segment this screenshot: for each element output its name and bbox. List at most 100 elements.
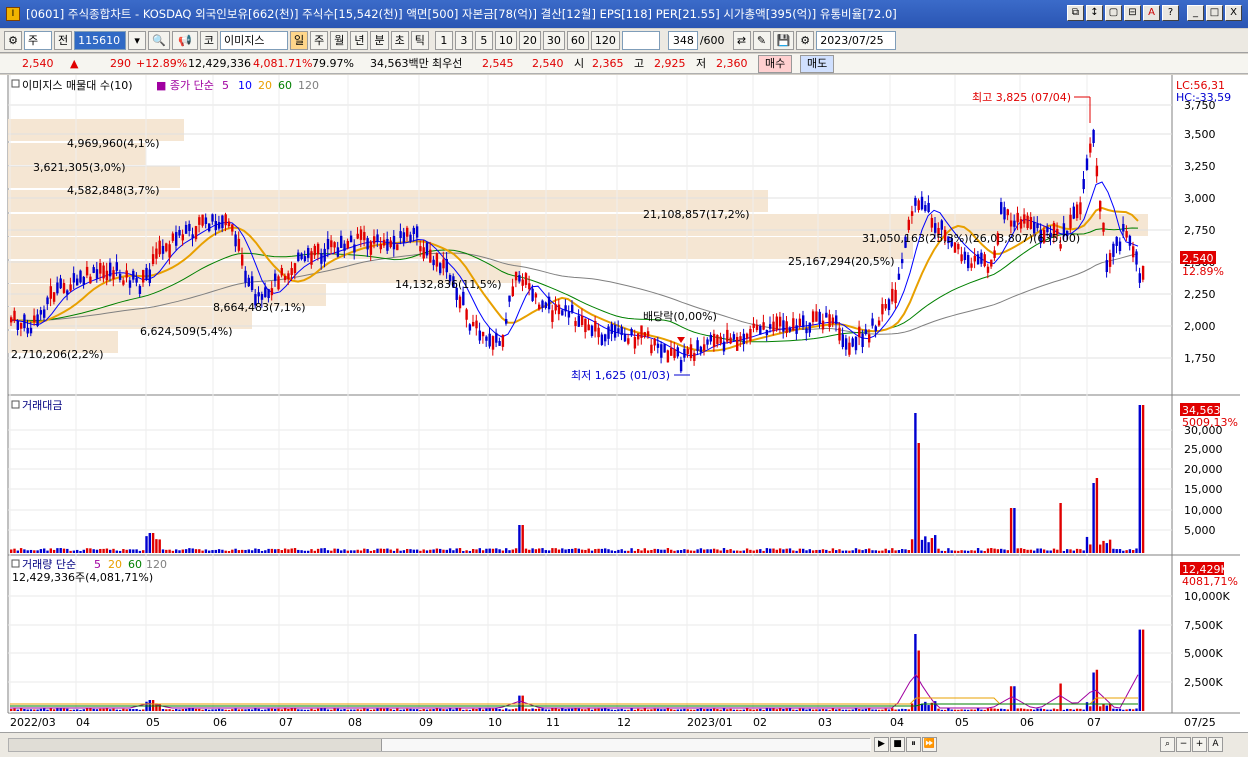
volume-info: 12,429,336주(4,081,71%)	[12, 571, 153, 584]
open-label: 시	[574, 57, 585, 70]
period-week[interactable]: 주	[310, 31, 329, 50]
dropdown-icon[interactable]: ▾	[128, 31, 147, 50]
x-tick: 11	[546, 716, 560, 729]
ratio: 79.97%	[312, 57, 354, 70]
fast-forward-icon[interactable]: ⏩	[922, 737, 937, 752]
tools-icon[interactable]: ✎	[752, 31, 771, 50]
zoom-out-icon[interactable]: −	[1176, 737, 1191, 752]
period-day[interactable]: 일	[289, 31, 309, 50]
x-tick: 06	[213, 716, 227, 729]
x-tick: 08	[348, 716, 362, 729]
volume: 12,429,336	[188, 57, 251, 70]
price-tick: 3,500	[1184, 128, 1216, 141]
price-tick: 2,250	[1184, 288, 1216, 301]
save-icon[interactable]: 💾	[772, 31, 795, 50]
low-label: 저	[696, 57, 707, 70]
price-tick: 3,000	[1184, 192, 1216, 205]
profile-label-4: 21,108,857(17,2%)	[643, 208, 750, 221]
x-axis: 2022/03 04 05 06 07 08 09 10 11 12 2023/01 02 03 04 05…	[10, 716, 1101, 729]
interval-1[interactable]: 1	[434, 31, 453, 50]
x-tick: 03	[818, 716, 832, 729]
interval-120[interactable]: 120	[590, 31, 620, 50]
scroll-thumb[interactable]	[381, 739, 871, 751]
play-icon[interactable]: ▶	[874, 737, 889, 752]
help-icon[interactable]: ?	[1162, 5, 1179, 21]
chart-svg[interactable]: 이미지스 매물대 수(10) ■ 종가 단순 5 10 20 60 120 4,…	[0, 75, 1248, 732]
font-size-icon[interactable]: A	[1208, 737, 1223, 752]
date-input[interactable]: 2023/07/25	[816, 31, 897, 50]
profile-label-6: 25,167,294(20,5%)	[788, 255, 895, 268]
interval-custom[interactable]	[621, 31, 660, 50]
ma10-legend: 10	[238, 79, 252, 92]
gear-icon[interactable]: ⚙	[796, 31, 815, 50]
current-price-label: 2,540	[1182, 252, 1214, 265]
buy-button[interactable]: 매수	[758, 55, 793, 73]
x-tick: 04	[76, 716, 90, 729]
bottom-bar: ▶ ■ ⏸ ⏩ ⌕ − + A	[0, 732, 1248, 757]
count-input[interactable]: 348	[667, 31, 698, 50]
amount-menu-icon[interactable]	[11, 400, 20, 409]
prev-button[interactable]: 전	[54, 31, 73, 50]
period-tick[interactable]: 틱	[410, 31, 429, 50]
open-price: 2,365	[592, 57, 624, 70]
zoom-in-icon[interactable]: +	[1192, 737, 1207, 752]
volume-ma5-line	[10, 673, 1139, 709]
current-pct-label: 12.89%	[1182, 265, 1224, 278]
compare-icon[interactable]: ⇄	[732, 31, 751, 50]
ma-legend-label: ■ 종가 단순	[156, 79, 214, 92]
x-tick: 2022/03	[10, 716, 56, 729]
amount-axis: 30,00025,00020,00015,00010,0005,000	[1184, 424, 1223, 537]
minimize-button[interactable]: _	[1187, 5, 1204, 21]
high-annotation: 최고 3,825 (07/04)	[972, 91, 1071, 104]
up-arrow-icon: ▲	[70, 57, 79, 70]
price-tick: 3,750	[1184, 99, 1216, 112]
maximize-button[interactable]: □	[1206, 5, 1223, 21]
layout-icon[interactable]: ⊟	[1124, 5, 1141, 21]
priority-label: 최우선	[432, 57, 463, 70]
type-select[interactable]: 주	[24, 31, 52, 50]
stock-name[interactable]: 이미지스	[219, 31, 288, 50]
speaker-icon[interactable]: 📢	[171, 31, 198, 50]
pane-menu-icon[interactable]	[11, 79, 20, 88]
sync-icon[interactable]: ↕	[1086, 5, 1103, 21]
volume-tick: 7,500K	[1184, 619, 1223, 632]
interval-20[interactable]: 20	[518, 31, 541, 50]
bid-price: 2,540	[532, 57, 564, 70]
title-bar: I [0601] 주식종합차트 - KOSDAQ 외국인보유[662(천)] 주…	[0, 0, 1248, 28]
x-tick: 07	[1087, 716, 1101, 729]
amount-tick: 5,000	[1184, 524, 1216, 537]
horizontal-scrollbar[interactable]	[8, 738, 871, 752]
close-button[interactable]: X	[1225, 5, 1242, 21]
period-second[interactable]: 초	[390, 31, 409, 50]
interval-30[interactable]: 30	[542, 31, 565, 50]
window-icon[interactable]: ▢	[1105, 5, 1122, 21]
search-icon[interactable]: 🔍	[148, 31, 170, 50]
sell-button[interactable]: 매도	[800, 55, 835, 73]
pause-icon[interactable]: ⏸	[906, 737, 921, 752]
volume-tick: 2,500K	[1184, 676, 1223, 689]
x-tick: 10	[488, 716, 502, 729]
current-price: 2,540	[22, 57, 54, 70]
interval-3[interactable]: 3	[454, 31, 473, 50]
chart-area[interactable]: 이미지스 매물대 수(10) ■ 종가 단순 5 10 20 60 120 4,…	[0, 75, 1248, 732]
settings-icon[interactable]: ⚙	[4, 31, 22, 50]
profile-label-7: 14,132,836(11,5%)	[395, 278, 502, 291]
volume-menu-icon[interactable]	[11, 559, 20, 568]
period-year[interactable]: 년	[350, 31, 369, 50]
volume-current-pct: 4081,71%	[1182, 575, 1238, 588]
interval-10[interactable]: 10	[494, 31, 517, 50]
period-minute[interactable]: 분	[370, 31, 389, 50]
profile-label-5: 31,050,163(25,3%)(26,03,807)(635,00)	[862, 232, 1080, 245]
font-icon[interactable]: A	[1143, 5, 1160, 21]
zoom-icon[interactable]: ⌕	[1160, 737, 1175, 752]
interval-5[interactable]: 5	[474, 31, 493, 50]
link-icon[interactable]: ⧉	[1067, 5, 1084, 21]
code-input[interactable]: 115610	[74, 31, 127, 50]
amount-tick: 15,000	[1184, 483, 1223, 496]
amount: 34,563백만	[370, 57, 429, 70]
period-month[interactable]: 월	[330, 31, 349, 50]
app-icon: I	[6, 7, 20, 21]
stop-icon[interactable]: ■	[890, 737, 905, 752]
ma60-legend: 60	[278, 79, 292, 92]
interval-60[interactable]: 60	[566, 31, 589, 50]
